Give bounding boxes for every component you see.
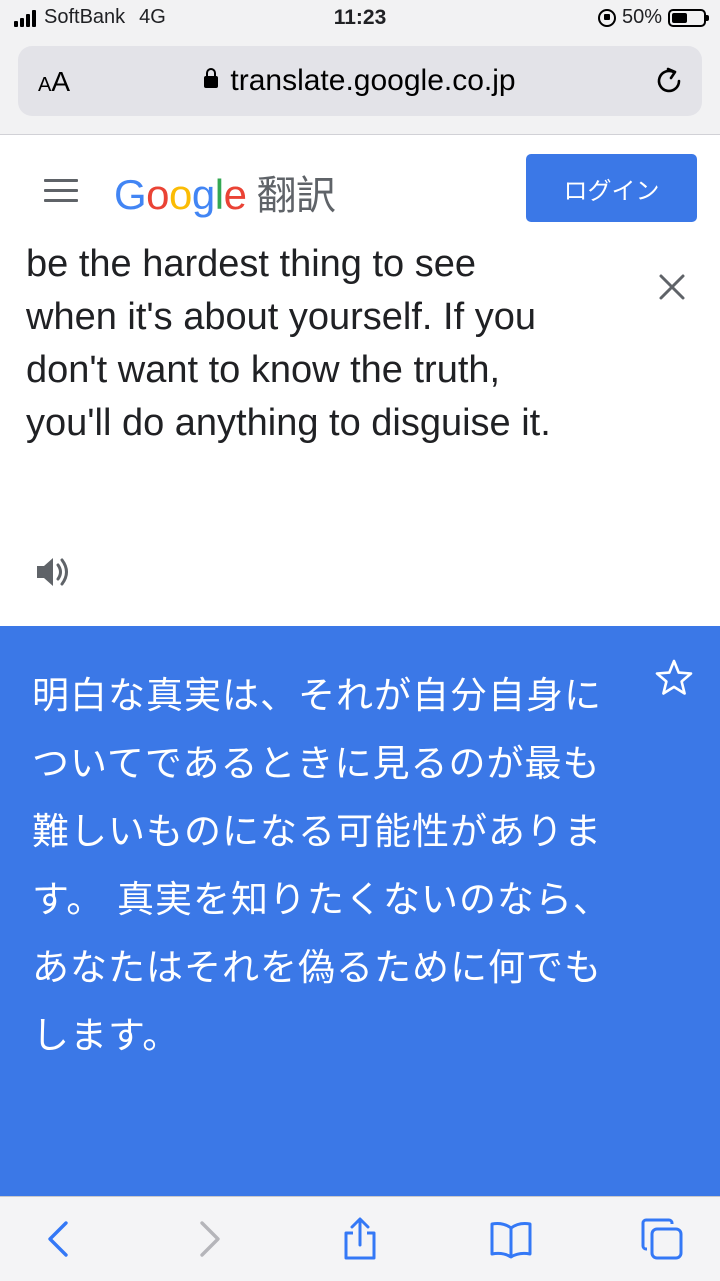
battery-icon bbox=[668, 8, 709, 27]
translation-panel: 明白な真実は、それが自分自身についてであるときに見るのが最も難しいものになる可能… bbox=[0, 626, 720, 1196]
clear-text-icon[interactable] bbox=[656, 271, 688, 303]
speaker-icon[interactable] bbox=[34, 553, 74, 591]
status-right: 50% bbox=[597, 6, 709, 29]
browser-toolbar bbox=[0, 1196, 720, 1281]
back-icon[interactable] bbox=[38, 1217, 82, 1261]
share-icon[interactable] bbox=[338, 1217, 382, 1261]
forward-icon[interactable] bbox=[186, 1217, 230, 1261]
reload-icon[interactable] bbox=[652, 64, 686, 98]
menu-icon[interactable] bbox=[44, 179, 78, 209]
bookmarks-icon[interactable] bbox=[489, 1217, 533, 1261]
star-icon[interactable] bbox=[654, 658, 694, 698]
battery-fill bbox=[672, 12, 687, 23]
url-text: translate.google.co.jp bbox=[230, 64, 516, 97]
url-field[interactable]: AA translate.google.co.jp bbox=[18, 46, 702, 116]
url-display[interactable]: translate.google.co.jp bbox=[18, 64, 702, 98]
battery-percent: 50% bbox=[621, 6, 662, 28]
tabs-icon[interactable] bbox=[640, 1217, 684, 1261]
google-logo: Google bbox=[114, 171, 247, 218]
orientation-lock-icon bbox=[597, 8, 616, 27]
google-translate-logo[interactable]: Google 翻訳 bbox=[114, 163, 336, 221]
status-bar: SoftBank 4G 11:23 50% bbox=[0, 0, 720, 40]
padlock-icon bbox=[204, 68, 219, 88]
product-name: 翻訳 bbox=[256, 174, 336, 218]
translation-text: 明白な真実は、それが自分自身についてであるときに見るのが最も難しいものになる可能… bbox=[32, 674, 612, 1057]
browser-address-bar: AA translate.google.co.jp bbox=[0, 40, 720, 135]
source-panel: The obvious truth is that it can be the … bbox=[0, 235, 720, 626]
translate-header: Google 翻訳 ログイン bbox=[0, 135, 720, 235]
login-button[interactable]: ログイン bbox=[526, 154, 697, 222]
source-text[interactable]: The obvious truth is that it can be the … bbox=[26, 235, 566, 450]
